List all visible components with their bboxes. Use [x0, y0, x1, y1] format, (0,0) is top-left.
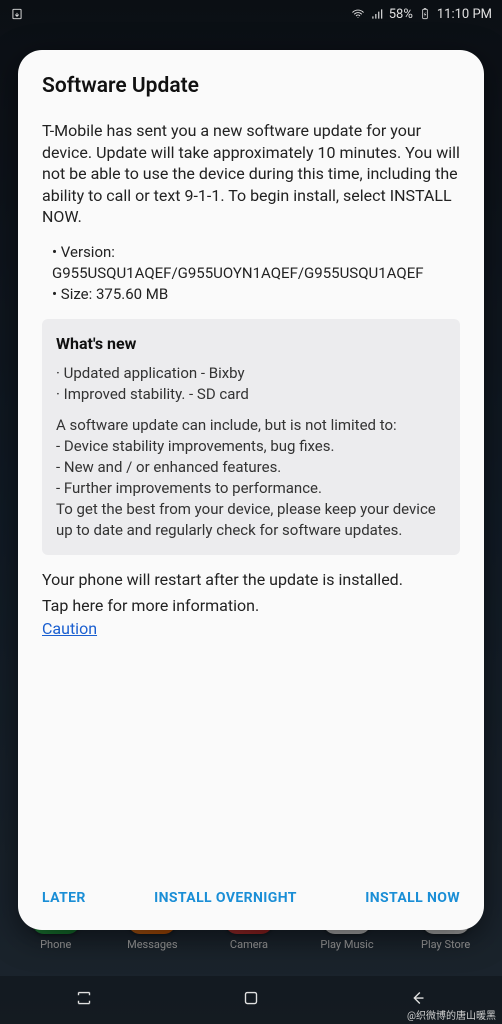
dialog-body[interactable]: Software Update T-Mobile has sent you a …: [18, 50, 484, 872]
watermark: @织微博的唐山暖黑: [407, 1007, 496, 1022]
status-clock: 11:10 PM: [437, 7, 492, 22]
caution-link[interactable]: Caution: [42, 619, 97, 638]
restart-note: Your phone will restart after the update…: [42, 569, 460, 591]
update-meta: Version: G955USQU1AQEF/G955UOYN1AQEF/G95…: [42, 242, 460, 305]
recents-button[interactable]: [73, 987, 95, 1013]
update-version: Version: G955USQU1AQEF/G955UOYN1AQEF/G95…: [52, 242, 460, 284]
notification-icon: [10, 7, 24, 21]
software-update-dialog: Software Update T-Mobile has sent you a …: [18, 50, 484, 930]
general-intro: A software update can include, but is no…: [56, 415, 446, 436]
whats-new-box: What's new Updated application - Bixby I…: [42, 319, 460, 555]
update-size: Size: 375.60 MB: [52, 284, 460, 305]
status-bar: 58% 11:10 PM: [0, 0, 502, 28]
general-item: Further improvements to performance.: [56, 478, 446, 499]
whats-new-title: What's new: [56, 333, 446, 355]
later-button[interactable]: LATER: [38, 884, 90, 912]
screen: 58% 11:10 PM Phone Messages Camera: [0, 0, 502, 1024]
dialog-actions: LATER INSTALL OVERNIGHT INSTALL NOW: [18, 872, 484, 930]
general-item: New and / or enhanced features.: [56, 457, 446, 478]
more-info-text[interactable]: Tap here for more information.: [42, 595, 460, 617]
home-button[interactable]: [240, 987, 262, 1013]
battery-icon: [418, 7, 432, 21]
general-outro: To get the best from your device, please…: [56, 499, 446, 541]
signal-icon: [370, 7, 384, 21]
whats-new-item: Improved stability. - SD card: [56, 384, 446, 405]
dialog-title: Software Update: [42, 74, 460, 98]
install-now-button[interactable]: INSTALL NOW: [361, 884, 464, 912]
dialog-intro-text: T-Mobile has sent you a new software upd…: [42, 120, 460, 228]
general-item: Device stability improvements, bug fixes…: [56, 436, 446, 457]
battery-percent: 58%: [389, 7, 413, 22]
wifi-icon: [351, 7, 365, 21]
install-overnight-button[interactable]: INSTALL OVERNIGHT: [150, 884, 301, 912]
whats-new-item: Updated application - Bixby: [56, 363, 446, 384]
